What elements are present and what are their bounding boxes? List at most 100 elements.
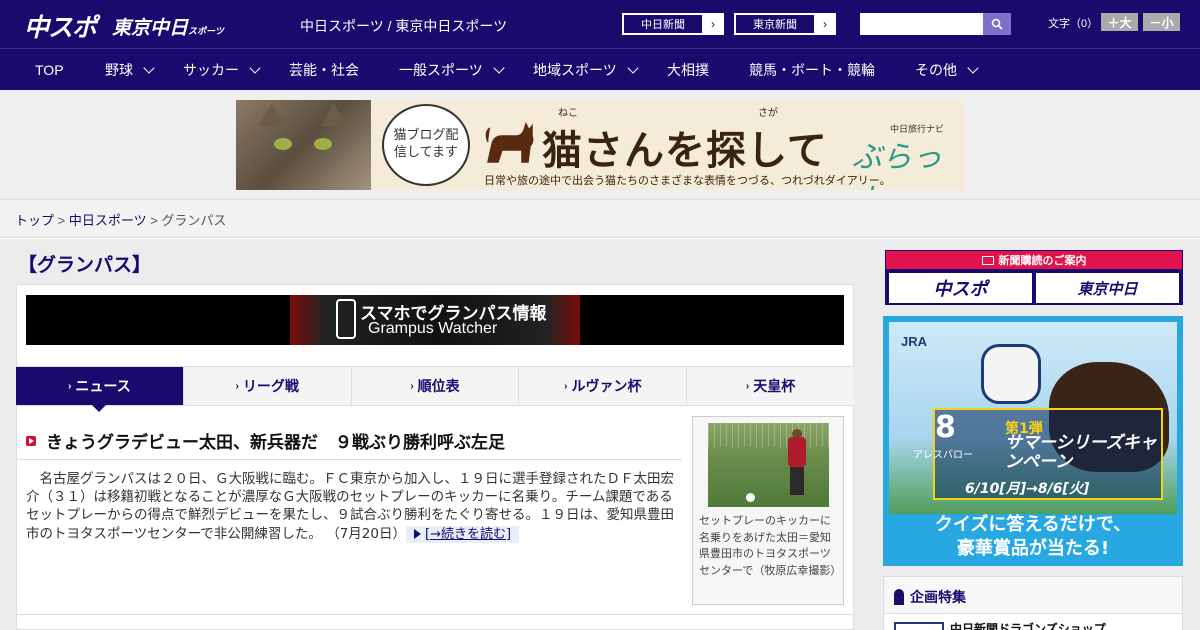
tab-news[interactable]: › ニュース: [16, 367, 184, 412]
tab-label: ルヴァン杯: [571, 378, 642, 394]
feature-item-row[interactable]: 中日新聞ドラゴンズショップ: [884, 613, 1182, 630]
nav-label: サッカー: [183, 62, 239, 78]
nav-item-sumo[interactable]: 大相撲: [667, 49, 709, 91]
tab-levain-cup[interactable]: › ルヴァン杯: [519, 367, 688, 405]
nav-label: 野球: [105, 62, 133, 78]
article-body: 名古屋グランパスは２０日、Ｇ大阪戦に臨む。ＦＣ東京から加入し、１９日に選手登録さ…: [26, 470, 674, 544]
main-nav: TOP 野球 サッカー 芸能・社会 一般スポーツ 地域スポーツ 大相撲 競馬・ボ…: [0, 48, 1200, 90]
nav-item-baseball[interactable]: 野球: [105, 49, 155, 91]
nav-label: 地域スポーツ: [533, 62, 617, 78]
content-divider: [16, 614, 854, 615]
title-ruby-neko: ねこ: [558, 108, 578, 119]
tab-standings[interactable]: › 順位表: [352, 367, 520, 405]
player-legs: [790, 467, 804, 495]
chusupo-logo[interactable]: 中スポ: [24, 8, 97, 44]
ad-title: 猫さんを探して: [542, 127, 828, 174]
jra-ad-image: JRA 第1弾 サマーシリーズキャンペーン 6/10[月]→8/6[火] 8 ア…: [889, 322, 1177, 514]
tokyo-chunichi-logo[interactable]: 東京中日スポーツ: [112, 13, 224, 40]
bubble-text: 猫ブログ配信してます: [393, 128, 459, 160]
search-input[interactable]: [860, 13, 983, 35]
subscription-header-text: 新聞購読のご案内: [998, 254, 1087, 267]
nav-label: 一般スポーツ: [399, 62, 483, 78]
feature-box: 企画特集 中日新聞ドラゴンズショップ: [883, 576, 1183, 630]
chunichi-shimbun-link[interactable]: 中日新聞 ›: [622, 13, 724, 35]
chevron-down-icon: [249, 62, 261, 74]
chevron-down-icon: [627, 62, 639, 74]
tab-label: ニュース: [75, 378, 131, 394]
nav-item-others[interactable]: その他: [915, 49, 979, 91]
cat-blog-banner[interactable]: 猫ブログ配信してます ねこ さが 猫さんを探して 日常や旅の途中で出会う猫たちの…: [236, 100, 964, 190]
subscribe-chusupo[interactable]: 中スポ: [889, 273, 1032, 303]
breadcrumb-chunichi-sports[interactable]: 中日スポーツ: [69, 213, 147, 228]
campaign-title: サマーシリーズキャンペーン: [1005, 433, 1157, 472]
tab-label: 順位表: [417, 378, 460, 394]
feature-header-text: 企画特集: [910, 590, 966, 606]
article-photo[interactable]: [708, 423, 829, 507]
nav-item-racing[interactable]: 競馬・ボート・競輪: [749, 49, 875, 91]
nav-item-local-sports[interactable]: 地域スポーツ: [533, 49, 639, 91]
page-title: 【グランパス】: [18, 254, 152, 276]
read-more-link[interactable]: [→続きを読む]: [406, 525, 520, 544]
nav-label: 芸能・社会: [289, 62, 359, 78]
header-bar: 中スポ 東京中日スポーツ 中日スポーツ / 東京中日スポーツ 中日新聞 › 東京…: [0, 0, 1200, 48]
chevron-right-icon: ›: [68, 380, 72, 392]
jra-campaign-ad[interactable]: JRA 第1弾 サマーシリーズキャンペーン 6/10[月]→8/6[火] 8 ア…: [883, 316, 1183, 566]
breadcrumb-separator: >: [146, 213, 162, 228]
tab-emperors-cup[interactable]: › 天皇杯: [687, 367, 854, 405]
tokyo-logo-small: スポーツ: [188, 27, 224, 37]
cat-eye: [314, 138, 332, 150]
player-body: [788, 437, 806, 467]
cat-eye: [274, 138, 292, 150]
font-decrease-button[interactable]: －小: [1143, 13, 1180, 31]
tab-league[interactable]: › リーグ戦: [184, 367, 352, 405]
cat-ear: [320, 104, 348, 126]
article-photo-box: セットプレーのキッカーに名乗りをあげた太田＝愛知県豊田市のトヨタスポーツセンター…: [692, 416, 844, 605]
speech-bubble: 猫ブログ配信してます: [382, 104, 470, 186]
horse-name: アレスバロー: [913, 450, 973, 461]
jockey-image: [981, 344, 1041, 404]
quiz-line1: クイズに答えるだけで、: [934, 514, 1132, 535]
title-ruby-saga: さが: [758, 108, 778, 119]
nav-item-soccer[interactable]: サッカー: [183, 49, 261, 91]
breadcrumb-top[interactable]: トップ: [15, 213, 54, 228]
feature-thumbnail: [894, 622, 944, 630]
tab-label: 天皇杯: [753, 378, 796, 394]
tokyo-shimbun-link[interactable]: 東京新聞 ›: [734, 13, 836, 35]
nav-item-entertainment[interactable]: 芸能・社会: [289, 49, 359, 91]
chevron-right-icon: ›: [235, 380, 239, 392]
cat-photo: [236, 100, 371, 190]
search-icon: [991, 18, 1003, 30]
grampus-banner-line2: Grampus Watcher: [368, 320, 498, 337]
grampus-watcher-banner[interactable]: スマホでグランパス情報 Grampus Watcher: [26, 295, 844, 345]
category-tabs: › ニュース › リーグ戦 › 順位表 › ルヴァン杯 › 天皇杯: [16, 366, 854, 412]
photo-caption: セットプレーのキッカーに名乗りをあげた太田＝愛知県豊田市のトヨタスポーツセンター…: [699, 514, 842, 577]
ribbon-icon: [894, 589, 904, 605]
read-more-label: [→続きを読む]: [425, 526, 512, 542]
breadcrumb: トップ > 中日スポーツ > グランパス: [0, 200, 1200, 238]
chevron-right-icon: ›: [410, 380, 414, 392]
chevron-right-icon: ›: [815, 14, 835, 34]
breadcrumb-current: グランパス: [161, 213, 227, 228]
nav-label: その他: [915, 62, 957, 78]
chevron-down-icon: [493, 62, 505, 74]
article-title[interactable]: きょうグラデビュー太田、新兵器だ ９戦ぶり勝利呼ぶ左足: [26, 428, 505, 453]
tokyo-shimbun-label: 東京新聞: [735, 14, 815, 34]
chevron-down-icon: [967, 62, 979, 74]
quiz-line2: 豪華賞品が当たる!: [956, 538, 1110, 559]
newspaper-icon: [981, 255, 994, 265]
play-icon: [26, 435, 36, 446]
nav-item-top[interactable]: TOP: [35, 49, 64, 91]
goal-net: [708, 423, 829, 447]
jra-logo: JRA: [901, 334, 928, 349]
chevron-right-icon: ›: [564, 380, 568, 392]
tokyo-logo-text: 東京中日: [112, 17, 189, 39]
article-date: （7月20日）: [326, 525, 406, 542]
chunichi-shimbun-label: 中日新聞: [623, 14, 703, 34]
nav-item-general-sports[interactable]: 一般スポーツ: [399, 49, 505, 91]
font-increase-button[interactable]: ＋大: [1101, 13, 1138, 31]
chevron-down-icon: [143, 62, 155, 74]
subscribe-tokyo-chunichi[interactable]: 東京中日: [1036, 273, 1179, 303]
search-button[interactable]: [983, 13, 1011, 35]
grampus-banner-inner: スマホでグランパス情報 Grampus Watcher: [290, 295, 580, 345]
nav-label: 競馬・ボート・競輪: [749, 62, 875, 78]
